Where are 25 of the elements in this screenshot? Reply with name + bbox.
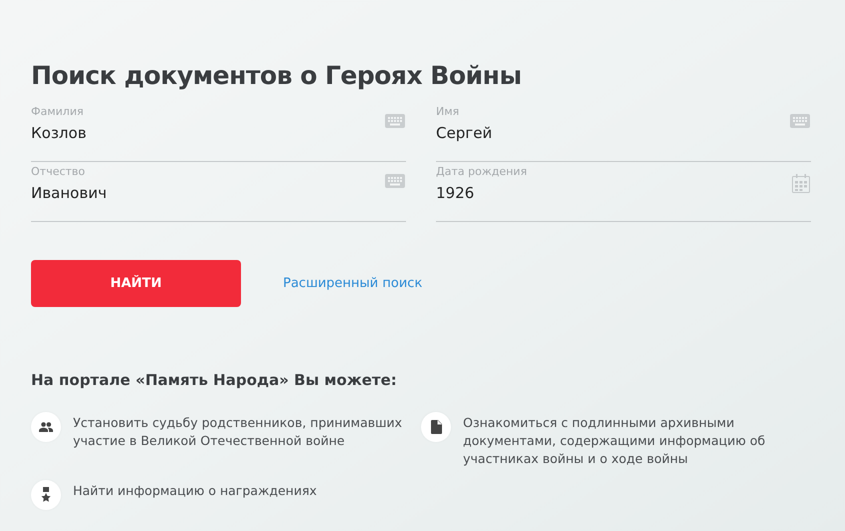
input-field[interactable]: Имя Сергей <box>436 102 811 162</box>
field-value: Сергей <box>436 123 492 144</box>
feature-text: Найти информацию о награждениях <box>73 482 318 500</box>
field-label: Дата рождения <box>436 164 527 180</box>
field-value: Козлов <box>31 123 86 144</box>
input-field[interactable]: Дата рождения 1926 <box>436 162 811 222</box>
feature-text: Ознакомиться с подлинными архивными документами, содержащими информацию об участниках войны и о ходе войны <box>463 414 766 468</box>
field-label: Имя <box>436 104 460 120</box>
page-title: Поиск документов о Героях Войны <box>31 60 522 92</box>
field-label: Фамилия <box>31 104 84 120</box>
field-value: 1926 <box>436 183 474 204</box>
field-label: Отчество <box>31 164 86 180</box>
input-field[interactable]: Фамилия Козлов <box>31 102 406 162</box>
features-title: На портале «Память Народа» Вы можете: <box>31 370 398 391</box>
calendar-icon <box>792 174 810 193</box>
medal-star-icon <box>40 487 52 502</box>
field-value: Иванович <box>31 183 107 204</box>
search-button[interactable]: НАЙТИ <box>31 260 241 307</box>
keyboard-icon <box>790 114 810 128</box>
feature-text: Установить судьбу родственников, принимавших участие в Великой Отечественной войне <box>73 414 404 450</box>
keyboard-icon <box>385 174 405 188</box>
keyboard-icon <box>385 114 405 128</box>
input-field[interactable]: Отчество Иванович <box>31 162 406 222</box>
document-icon <box>430 420 442 434</box>
people-icon <box>39 422 53 432</box>
